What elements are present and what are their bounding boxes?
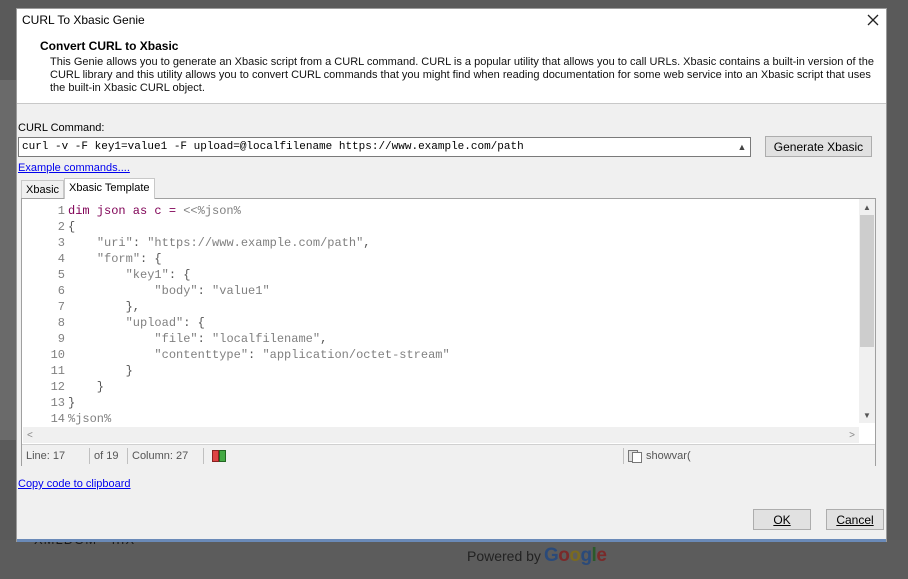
line-number: 7 [57, 300, 65, 314]
scroll-left-arrow-icon[interactable]: < [27, 430, 33, 441]
status-function-cell: showvar( [624, 448, 844, 464]
code-text: } [68, 380, 105, 394]
background-footer [0, 540, 908, 579]
code-line: 1 dim json as c = <<%json% [23, 203, 859, 219]
code-text: "contenttype": "application/octet-stream… [154, 348, 450, 362]
code-text: "file": "localfilename", [154, 332, 328, 346]
header-panel: Convert CURL to Xbasic This Genie allows… [17, 31, 886, 104]
code-text: } [68, 396, 76, 410]
line-number: 4 [57, 252, 65, 266]
background-strip [0, 80, 16, 440]
copy-code-link[interactable]: Copy code to clipboard [18, 478, 131, 490]
code-text: %json% [68, 412, 112, 426]
line-number: 1 [57, 204, 65, 218]
code-text: dim json as c = <<%json% [68, 204, 241, 218]
line-number: 11 [50, 364, 65, 378]
line-number: 6 [57, 284, 65, 298]
code-line: 11 } [23, 363, 859, 379]
code-editor[interactable]: 1 dim json as c = <<%json% 2{3 "uri": "htt… [23, 203, 859, 427]
google-logo: Google [543, 545, 607, 566]
code-line: 5 "key1": { [23, 267, 859, 283]
vertical-scrollbar[interactable]: ▲ ▼ [859, 199, 875, 423]
code-line: 12 } [23, 379, 859, 395]
close-icon [867, 10, 879, 31]
cancel-button[interactable]: Cancel [826, 509, 884, 530]
code-line: 6 "body": "value1" [23, 283, 859, 299]
line-number: 12 [50, 380, 65, 394]
code-text: { [68, 220, 76, 234]
line-number: 10 [50, 348, 65, 362]
code-text: }, [68, 300, 141, 314]
scroll-up-icon[interactable]: ▲ [734, 138, 750, 156]
curl-genie-dialog: CURL To Xbasic Genie Convert CURL to Xba… [16, 8, 887, 542]
curl-command-label: CURL Command: [18, 122, 105, 134]
code-line: 14 %json% [23, 411, 859, 427]
example-commands-link[interactable]: Example commands.... [18, 162, 130, 174]
status-of: of 19 [90, 447, 128, 464]
window-title: CURL To Xbasic Genie [22, 13, 145, 27]
code-line: 4 "form": { [23, 251, 859, 267]
status-function: showvar( [646, 449, 691, 462]
code-line: 2{ [23, 219, 859, 235]
curl-command-input[interactable]: curl -v -F key1=value1 -F upload=@localf… [18, 137, 751, 157]
line-number: 13 [50, 396, 65, 410]
line-number: 5 [57, 268, 65, 282]
code-editor-panel: 1 dim json as c = <<%json% 2{3 "uri": "htt… [21, 198, 876, 466]
editor-status-bar: Line: 17 of 19 Column: 27 showvar( [22, 444, 875, 466]
status-book-cell [204, 447, 624, 464]
code-text: "form": { [96, 252, 162, 266]
line-number: 14 [50, 412, 65, 426]
status-line: Line: 17 [22, 447, 90, 464]
title-bar: CURL To Xbasic Genie [17, 9, 886, 31]
tab-xbasic[interactable]: Xbasic [21, 180, 65, 198]
status-column: Column: 27 [128, 447, 204, 464]
code-line: 10 "contenttype": "application/octet-str… [23, 347, 859, 363]
powered-by-google: Powered by Google [467, 545, 607, 567]
line-number: 9 [57, 332, 65, 346]
ok-label: OK [773, 512, 791, 527]
line-number: 3 [57, 236, 65, 250]
code-text: "uri": "https://www.example.com/path", [96, 236, 371, 250]
code-line: 8 "upload": { [23, 315, 859, 331]
tab-xbasic-template[interactable]: Xbasic Template [64, 178, 155, 199]
curl-command-value: curl -v -F key1=value1 -F upload=@localf… [22, 141, 524, 153]
code-line: 3 "uri": "https://www.example.com/path", [23, 235, 859, 251]
book-icon[interactable] [212, 449, 226, 462]
code-line: 13} [23, 395, 859, 411]
code-text: } [68, 364, 133, 378]
close-button[interactable] [860, 10, 886, 30]
code-line: 9 "file": "localfilename", [23, 331, 859, 347]
powered-by-label: Powered by [467, 548, 541, 564]
ok-button[interactable]: OK [753, 509, 811, 530]
code-text: "key1": { [125, 268, 191, 282]
horizontal-scrollbar[interactable]: < > [23, 427, 859, 443]
cancel-label: Cancel [836, 512, 874, 527]
scroll-up-arrow-icon[interactable]: ▲ [859, 199, 875, 215]
code-text: "body": "value1" [154, 284, 270, 298]
header-title: Convert CURL to Xbasic [40, 39, 179, 53]
line-number: 8 [57, 316, 65, 330]
scrollbar-thumb[interactable] [860, 215, 874, 347]
scroll-right-arrow-icon[interactable]: > [849, 430, 855, 441]
tab-bar: Xbasic Xbasic Template [21, 178, 155, 199]
line-number: 2 [57, 220, 65, 234]
code-text: "upload": { [125, 316, 205, 330]
header-description: This Genie allows you to generate an Xba… [50, 56, 874, 94]
clipboard-icon[interactable] [628, 449, 642, 463]
code-line: 7 }, [23, 299, 859, 315]
generate-xbasic-button[interactable]: Generate Xbasic [765, 136, 872, 157]
dialog-accent-line [17, 539, 886, 542]
scroll-down-arrow-icon[interactable]: ▼ [859, 407, 875, 423]
